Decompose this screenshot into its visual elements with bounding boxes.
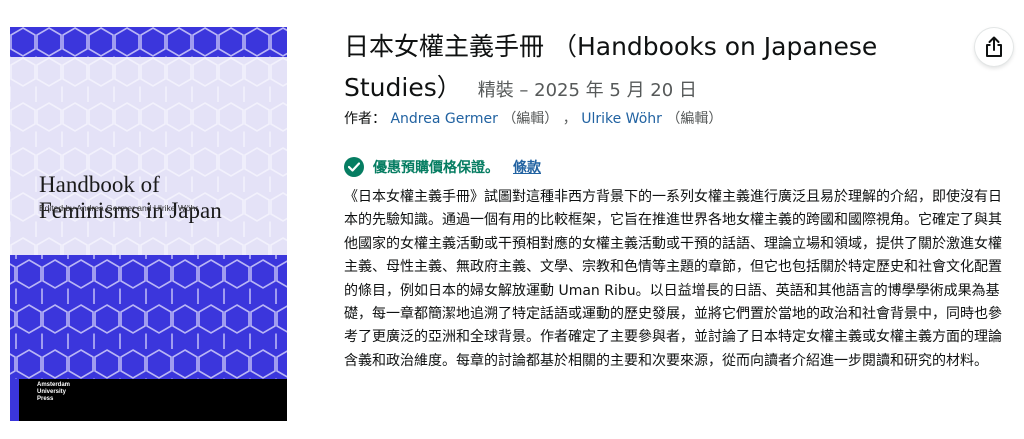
- product-title-continued: Studies） 精裝 – 2025 年 5 月 20 日: [344, 71, 697, 108]
- cover-editors: Edited by Andrea Germer and Ulrike Wöhr: [39, 203, 199, 213]
- cover-title-line1: Handbook of: [39, 172, 160, 197]
- book-description: 《日本女權主義手冊》試圖對這種非西方背景下的一系列女權主義進行廣泛且易於理解的介…: [344, 186, 1012, 373]
- author-role: （編輯）: [502, 111, 559, 127]
- check-circle-icon: [344, 157, 364, 177]
- cover-hex-pattern-top: [10, 27, 287, 57]
- byline-prefix: 作者：: [344, 111, 386, 127]
- cover-title: Handbook of Feminisms in Japan: [39, 172, 222, 224]
- product-format-date: 精裝 – 2025 年 5 月 20 日: [477, 80, 697, 101]
- share-icon: [986, 36, 1002, 57]
- author-separator: ，: [562, 111, 577, 127]
- publisher-mark: [10, 379, 19, 421]
- terms-link[interactable]: 條款: [513, 157, 541, 177]
- share-button[interactable]: [975, 28, 1013, 66]
- cover-title-panel: Handbook of Feminisms in Japan: [10, 57, 287, 255]
- hex-pattern-light-icon: [10, 57, 287, 255]
- price-guarantee-label: 優惠預購價格保證。: [373, 160, 499, 176]
- author-link-wohr[interactable]: Ulrike Wöhr: [581, 111, 662, 127]
- author-role: （編輯）: [666, 111, 723, 127]
- hex-pattern-icon: [10, 27, 287, 57]
- book-cover-image[interactable]: Handbook of Feminisms in Japan Edited by…: [10, 27, 287, 421]
- product-title: 日本女權主義手冊 （Handbooks on Japanese: [344, 32, 878, 61]
- product-title-line2: Studies）: [344, 73, 462, 102]
- publisher-logo-text: Amsterdam University Press: [37, 382, 71, 402]
- byline: 作者： Andrea Germer （編輯） ， Ulrike Wöhr （編輯…: [344, 109, 722, 129]
- description-text: 《日本女權主義手冊》試圖對這種非西方背景下的一系列女權主義進行廣泛且易於理解的介…: [344, 189, 1002, 369]
- author-link-germer[interactable]: Andrea Germer: [390, 111, 497, 127]
- price-guarantee: 優惠預購價格保證。 條款: [344, 156, 541, 178]
